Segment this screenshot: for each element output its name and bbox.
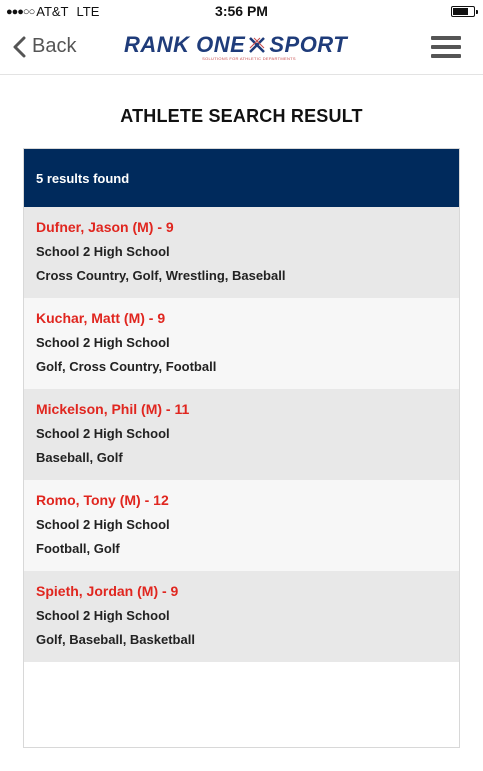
athlete-school: School 2 High School (36, 608, 170, 623)
athlete-name: Romo, Tony (M) - 12 (36, 492, 169, 508)
rank-one-sport-logo: RANK ONE SPORT SOLUTIONS FOR ATHLETIC DE… (124, 34, 360, 66)
athlete-result-row[interactable]: Romo, Tony (M) - 12 School 2 High School… (24, 480, 459, 571)
back-label: Back (32, 35, 77, 57)
results-count-header: 5 results found (24, 149, 459, 207)
athlete-school: School 2 High School (36, 517, 170, 532)
status-time: 3:56 PM (215, 3, 268, 19)
menu-button[interactable] (431, 36, 461, 60)
results-list: Dufner, Jason (M) - 9 School 2 High Scho… (24, 207, 459, 662)
athlete-sports: Baseball, Golf (36, 450, 123, 465)
navigation-bar: Back RANK ONE SPORT SOLUTIONS FOR ATHLET… (0, 22, 483, 75)
athlete-name: Mickelson, Phil (M) - 11 (36, 401, 190, 417)
status-bar: ●●●○○ AT&T LTE 3:56 PM (0, 0, 483, 22)
logo-text-rank-one: RANK ONE (124, 32, 246, 57)
results-panel: 5 results found Dufner, Jason (M) - 9 Sc… (23, 148, 460, 748)
athlete-result-row[interactable]: Spieth, Jordan (M) - 9 School 2 High Sch… (24, 571, 459, 662)
athlete-school: School 2 High School (36, 335, 170, 350)
chevron-left-icon (13, 36, 26, 57)
logo-x-icon (249, 37, 266, 53)
athlete-name: Kuchar, Matt (M) - 9 (36, 310, 166, 326)
athlete-sports: Golf, Cross Country, Football (36, 359, 217, 374)
page-title: ATHLETE SEARCH RESULT (120, 106, 363, 126)
athlete-sports: Golf, Baseball, Basketball (36, 632, 195, 647)
athlete-result-row[interactable]: Mickelson, Phil (M) - 11 School 2 High S… (24, 389, 459, 480)
athlete-sports: Football, Golf (36, 541, 120, 556)
logo-text-sport: SPORT (269, 32, 348, 57)
athlete-name: Spieth, Jordan (M) - 9 (36, 583, 179, 599)
athlete-result-row[interactable]: Dufner, Jason (M) - 9 School 2 High Scho… (24, 207, 459, 298)
hamburger-icon (431, 36, 461, 58)
athlete-sports: Cross Country, Golf, Wrestling, Baseball (36, 268, 286, 283)
back-button[interactable]: Back (12, 35, 76, 58)
athlete-name: Dufner, Jason (M) - 9 (36, 219, 174, 235)
athlete-school: School 2 High School (36, 426, 170, 441)
athlete-result-row[interactable]: Kuchar, Matt (M) - 9 School 2 High Schoo… (24, 298, 459, 389)
athlete-school: School 2 High School (36, 244, 170, 259)
logo-tagline: SOLUTIONS FOR ATHLETIC DEPARTMENTS (202, 56, 296, 61)
battery-icon (451, 6, 478, 17)
